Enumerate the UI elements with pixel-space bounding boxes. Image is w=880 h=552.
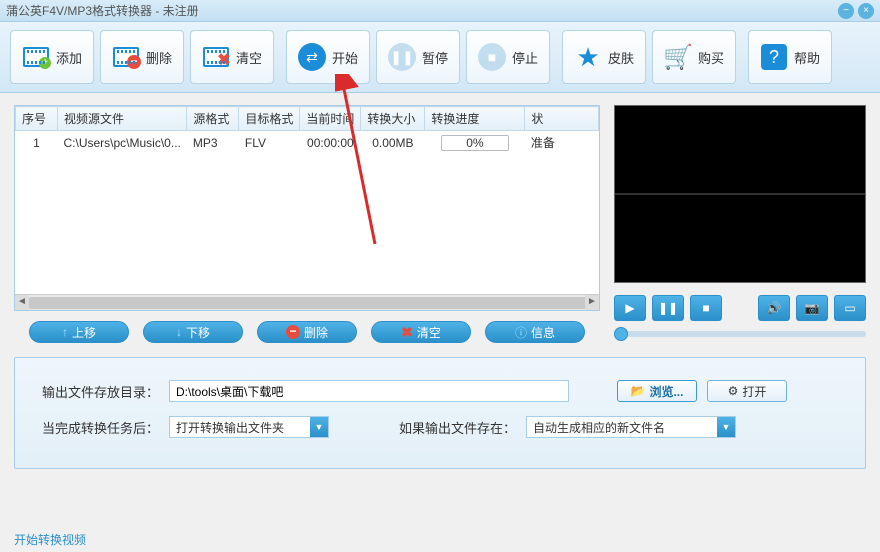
row-delete-button[interactable]: −删除 [257,321,357,343]
stop-button[interactable]: ■ 停止 [466,30,550,84]
col-srcfmt[interactable]: 源格式 [187,107,239,131]
titlebar: 蒲公英F4V/MP3格式转换器 - 未注册 − × [0,0,880,22]
add-button[interactable]: + 添加 [10,30,94,84]
pause-icon: ❚❚ [388,45,416,69]
status-text[interactable]: 开始转换视频 [14,531,86,548]
preview-fullscreen-button[interactable]: ▭ [834,295,866,321]
arrow-down-icon [176,325,182,339]
move-up-button[interactable]: 上移 [29,321,129,343]
clear-button[interactable]: ✖ 清空 [190,30,274,84]
scroll-thumb[interactable] [29,297,589,309]
chevron-down-icon: ▼ [717,417,735,437]
slider-knob[interactable] [614,327,628,341]
buy-button[interactable]: 🛒 购买 [652,30,736,84]
file-table[interactable]: 序号 视频源文件 源格式 目标格式 当前时间 转换大小 转换进度 状 1 C:\… [14,105,600,311]
outdir-input[interactable] [169,380,569,402]
col-size[interactable]: 转换大小 [361,107,425,131]
preview-volume-button[interactable]: 🔊 [758,295,790,321]
start-icon: ⇄ [298,45,326,69]
h-scrollbar[interactable]: ◄ ► [15,294,599,310]
preview-stop-button[interactable]: ■ [690,295,722,321]
cart-icon: 🛒 [664,45,692,69]
outdir-label: 输出文件存放目录： [41,382,159,401]
if-exists-label: 如果输出文件存在： [399,418,516,437]
row-info-button[interactable]: ⓘ信息 [485,321,585,343]
preview-seek-slider[interactable] [614,331,866,337]
gear-icon: ⚙ [728,384,739,398]
after-label: 当完成转换任务后： [41,418,159,437]
preview-play-button[interactable]: ▶ [614,295,646,321]
minus-icon: − [286,325,300,339]
close-button[interactable]: × [858,3,874,19]
main-toolbar: + 添加 − 删除 ✖ 清空 ⇄ 开始 ❚❚ 暂停 ■ 停止 ★ 皮肤 [0,22,880,93]
scroll-right-icon[interactable]: ► [585,295,599,311]
help-button[interactable]: ? 帮助 [748,30,832,84]
col-time[interactable]: 当前时间 [300,107,361,131]
if-exists-select[interactable]: 自动生成相应的新文件名▼ [526,416,736,438]
after-select[interactable]: 打开转换输出文件夹▼ [169,416,329,438]
window-title: 蒲公英F4V/MP3格式转换器 - 未注册 [6,2,199,19]
output-settings: 输出文件存放目录： 📂浏览... ⚙打开 当完成转换任务后： 打开转换输出文件夹… [14,357,866,469]
col-progress[interactable]: 转换进度 [425,107,525,131]
minimize-button[interactable]: − [838,3,854,19]
open-button[interactable]: ⚙打开 [707,380,787,402]
delete-button[interactable]: − 删除 [100,30,184,84]
film-delete-icon: − [112,45,140,69]
col-status[interactable]: 状 [525,107,599,131]
film-clear-icon: ✖ [202,45,230,69]
col-src[interactable]: 视频源文件 [58,107,187,131]
arrow-up-icon [62,325,68,339]
folder-icon: 📂 [631,384,646,398]
preview-pause-button[interactable]: ❚❚ [652,295,684,321]
row-clear-button[interactable]: ✖清空 [371,321,471,343]
col-seq[interactable]: 序号 [16,107,58,131]
x-icon: ✖ [401,324,413,341]
info-icon: ⓘ [515,324,527,341]
table-row[interactable]: 1 C:\Users\pc\Music\0... MP3 FLV 00:00:0… [16,131,599,155]
star-icon: ★ [574,45,602,69]
preview-video [614,105,866,283]
skin-button[interactable]: ★ 皮肤 [562,30,646,84]
move-down-button[interactable]: 下移 [143,321,243,343]
help-icon: ? [760,45,788,69]
start-button[interactable]: ⇄ 开始 [286,30,370,84]
stop-icon: ■ [478,45,506,69]
pause-button[interactable]: ❚❚ 暂停 [376,30,460,84]
film-add-icon: + [22,45,50,69]
col-dstfmt[interactable]: 目标格式 [239,107,300,131]
browse-button[interactable]: 📂浏览... [617,380,697,402]
chevron-down-icon: ▼ [310,417,328,437]
scroll-left-icon[interactable]: ◄ [15,295,29,311]
preview-snapshot-button[interactable]: 📷 [796,295,828,321]
